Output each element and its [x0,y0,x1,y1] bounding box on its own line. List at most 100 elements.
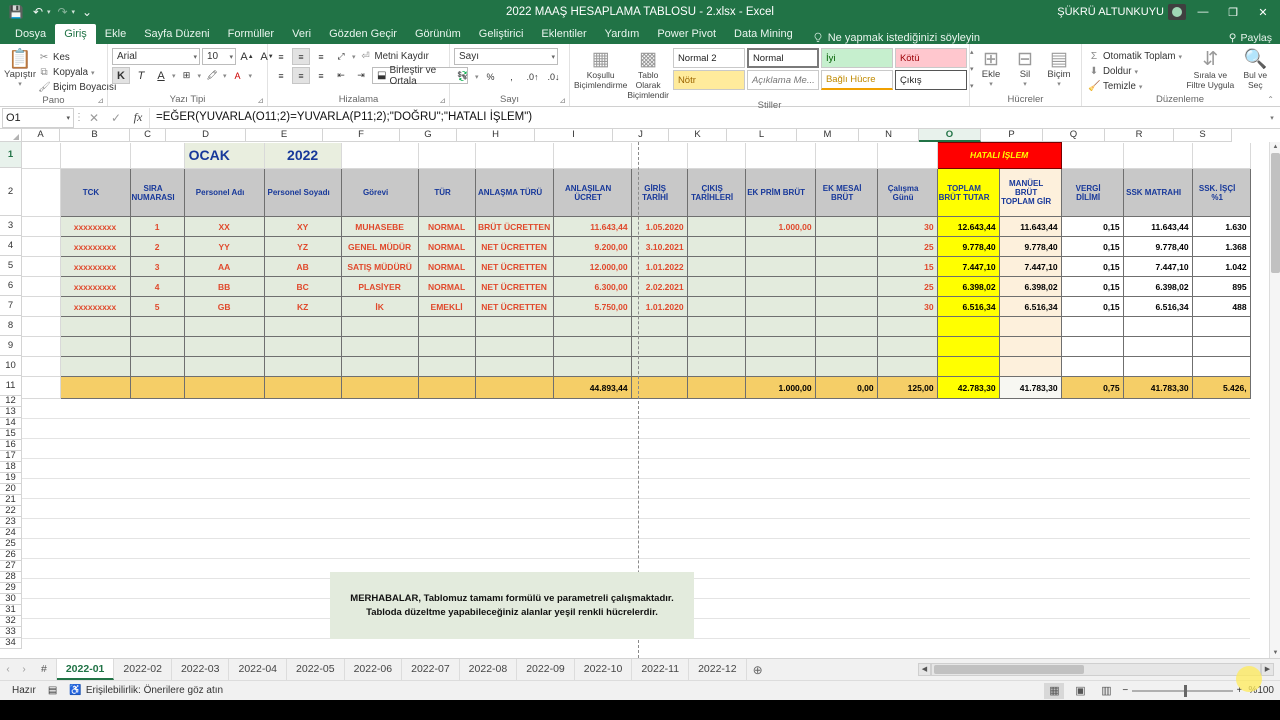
cell-soyad[interactable]: BC [264,277,341,297]
insert-function-icon[interactable]: fx [127,110,149,125]
font-name-box[interactable]: Arial▾ [112,48,200,65]
table-header-gorevi[interactable]: Görevi [341,169,418,217]
font-color-caret-icon[interactable]: ▾ [249,72,253,80]
cell-ucret[interactable]: 11.643,44 [553,217,631,237]
restore-button[interactable]: ❐ [1220,1,1246,23]
undo-icon[interactable]: ↶ [28,2,48,22]
cell-vergi[interactable]: 0,15 [1061,257,1123,277]
cell-empty-gun[interactable] [877,317,937,337]
cell-cikis[interactable] [687,277,745,297]
cell-f1[interactable] [341,143,418,169]
worksheet-row-16[interactable] [22,479,1250,499]
cell-ssk-matrah[interactable]: 6.516,34 [1123,297,1192,317]
total-ssk-isci[interactable]: 5.426, [1192,377,1250,399]
cell-gun[interactable]: 25 [877,237,937,257]
total-ucret[interactable]: 44.893,44 [553,377,631,399]
column-header-p[interactable]: P [981,129,1043,142]
cell-empty-soyad[interactable] [264,337,341,357]
column-header-s[interactable]: S [1174,129,1232,142]
delete-cells-button[interactable]: ⊟Sil▾ [1008,48,1042,88]
ribbon-tab-sayfa-duzeni[interactable]: Sayfa Düzeni [135,24,218,44]
customize-quick-access-icon[interactable]: ⌄ [77,2,97,22]
cell-giris[interactable]: 1.01.2020 [631,297,687,317]
row-header-5[interactable]: 5 [0,256,22,276]
ribbon-tab-veri[interactable]: Veri [283,24,320,44]
cell-empty-anlasma[interactable] [475,357,553,377]
cell-s1[interactable] [1192,143,1250,169]
cell-ssk-isci[interactable]: 1.630 [1192,217,1250,237]
cell-tur[interactable]: NORMAL [418,217,475,237]
total-anlasma[interactable] [475,377,553,399]
style-normal[interactable]: Normal [747,48,819,68]
cell-tck[interactable]: xxxxxxxxx [60,237,130,257]
cell-ucret[interactable]: 9.200,00 [553,237,631,257]
empty-grid-row[interactable] [22,399,1250,419]
cell-m1[interactable] [815,143,877,169]
cell-ucret[interactable]: 6.300,00 [553,277,631,297]
cell-giris[interactable]: 1.01.2022 [631,257,687,277]
cell-gun[interactable]: 30 [877,297,937,317]
cell-ekprim[interactable] [745,237,815,257]
cell-empty-soyad[interactable] [264,357,341,377]
ribbon-tab-gorunum[interactable]: Görünüm [406,24,470,44]
sheet-tab-2022-09[interactable]: 2022-09 [517,659,575,680]
hizalama-dialog-launcher[interactable]: ⊿ [439,96,446,105]
worksheet-row-24[interactable] [22,639,1250,659]
worksheet-row-15[interactable] [22,459,1250,479]
select-all-button[interactable] [0,129,22,142]
cell-gun[interactable]: 15 [877,257,937,277]
worksheet-row-17[interactable] [22,499,1250,519]
accessibility-status[interactable]: ♿Erişilebilirlik: Önerilere göz atın [63,685,229,696]
number-format-box[interactable]: Sayı▾ [454,48,558,65]
cell-gorev[interactable]: MUHASEBE [341,217,418,237]
sheet-tab-2022-12[interactable]: 2022-12 [689,659,747,680]
cell-tck[interactable]: xxxxxxxxx [60,217,130,237]
cell-tck[interactable]: xxxxxxxxx [60,257,130,277]
row-header-11[interactable]: 11 [0,376,22,396]
comma-style-button[interactable]: , [503,68,521,85]
total-vergi[interactable]: 0,75 [1061,377,1123,399]
cell-gun[interactable]: 25 [877,277,937,297]
cell-soyad[interactable]: AB [264,257,341,277]
font-color-icon[interactable]: A [229,67,247,84]
total-ekprim[interactable]: 1.000,00 [745,377,815,399]
cell-manuel-brut[interactable]: 6.398,02 [999,277,1061,297]
cell-tur[interactable]: NORMAL [418,257,475,277]
zoom-in-button[interactable]: + [1237,685,1243,696]
cell-g1[interactable] [418,143,475,169]
cell-manuel-brut[interactable]: 6.516,34 [999,297,1061,317]
redo-caret-icon[interactable]: ▾ [72,8,76,16]
cell-soyad[interactable]: YZ [264,237,341,257]
row-header-1[interactable]: 1 [0,142,22,168]
cell-giris[interactable]: 2.02.2021 [631,277,687,297]
cell-ssk-matrah[interactable]: 11.643,44 [1123,217,1192,237]
increase-decimal-icon[interactable]: .0↑ [524,68,542,85]
column-header-n[interactable]: N [859,129,919,142]
empty-grid-row[interactable] [22,459,1250,479]
cell-b1[interactable] [60,143,130,169]
cell-a6[interactable] [22,277,60,297]
spreadsheet-grid[interactable]: A B C D E F G H I J K L M N O P Q R S 1 … [0,129,1280,658]
cell-a11[interactable] [22,377,60,399]
cell-empty-gorev[interactable] [341,337,418,357]
cell-soyad[interactable]: XY [264,217,341,237]
row-header-4[interactable]: 4 [0,236,22,256]
page-break-view-icon[interactable]: ▥ [1096,683,1116,699]
total-gun[interactable]: 125,00 [877,377,937,399]
scroll-right-icon[interactable]: ▶ [1261,663,1274,676]
cell-empty-sira[interactable] [130,317,184,337]
cell-gun[interactable]: 30 [877,217,937,237]
cell-k1[interactable] [687,143,745,169]
ribbon-tab-power-pivot[interactable]: Power Pivot [648,24,725,44]
cell-anlasma[interactable]: NET ÜCRETTEN [475,277,553,297]
cell-n1[interactable] [877,143,937,169]
cell-anlasma[interactable]: NET ÜCRETTEN [475,257,553,277]
format-painter-button[interactable]: 🖌Biçim Boyacısı [36,80,119,95]
cell-empty-manuel[interactable] [999,317,1061,337]
ribbon-tab-ekle[interactable]: Ekle [96,24,135,44]
total-soyad[interactable] [264,377,341,399]
column-header-q[interactable]: Q [1043,129,1105,142]
cell-empty-giris[interactable] [631,317,687,337]
cell-ad[interactable]: AA [184,257,264,277]
insert-cells-button[interactable]: ⊞Ekle▾ [974,48,1008,88]
